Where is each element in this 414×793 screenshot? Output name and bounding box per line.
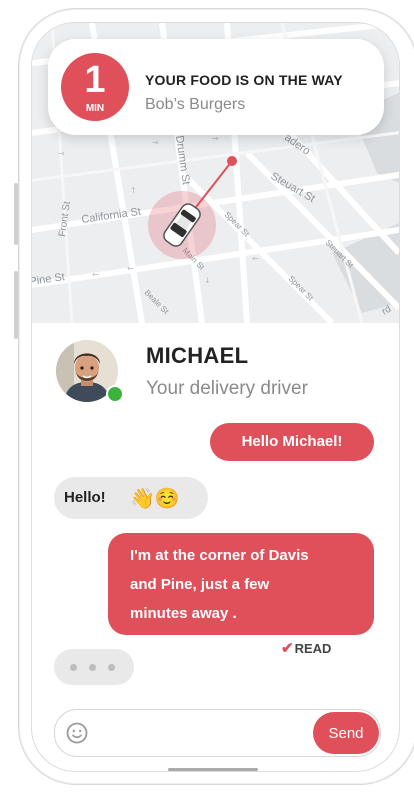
message-line: I'm at the corner of Davis [130,547,309,564]
message-composer: Send [54,709,381,757]
driver-name: MICHAEL [146,343,249,368]
eta-unit: MIN [85,103,105,114]
send-button[interactable]: Send [313,712,379,754]
read-status-text: READ [294,641,332,656]
online-status-dot [106,385,124,403]
phone-screen: Front St California St Pine St Beale St … [31,22,400,772]
typing-dot [70,664,77,671]
delivery-notification-card[interactable]: 1 MIN YOUR FOOD IS ON THE WAY Bob’s Burg… [48,39,384,135]
svg-text:→: → [212,134,219,143]
svg-text:←: ← [127,264,134,273]
incoming-message: Hello! 👋☺️ [54,477,208,519]
typing-dot [89,664,96,671]
home-indicator [168,768,258,771]
message-line: and Pine, just a few [130,576,270,593]
outgoing-message: I'm at the corner of Davis and Pine, jus… [108,533,374,635]
outgoing-message: Hello Michael! [210,423,374,461]
checkmark-icon: ✔ [281,640,294,657]
eta-number: 1 [84,59,106,101]
emoji-icon[interactable] [66,722,88,744]
driver-role: Your delivery driver [146,378,308,399]
svg-text:↓: ↓ [204,276,211,285]
waving-hand-and-smile-emoji: 👋☺️ [130,486,180,510]
message-input[interactable] [99,718,303,750]
svg-text:→: → [58,149,65,158]
svg-text:←: ← [92,270,99,279]
read-receipt: ✔READ [281,639,331,657]
svg-text:←: ← [252,254,259,263]
svg-text:↑: ↑ [130,186,137,195]
svg-text:→: → [152,138,159,147]
message-text: Hello! [64,489,106,506]
restaurant-name: Bob’s Burgers [145,96,246,113]
map-view[interactable]: Front St California St Pine St Beale St … [32,23,399,323]
message-text: Hello Michael! [241,433,343,450]
typing-indicator [54,649,134,685]
typing-dot [108,664,115,671]
destination-pin [227,156,237,166]
eta-badge: 1 MIN [61,53,129,121]
message-line: minutes away . [130,605,237,622]
notification-title: YOUR FOOD IS ON THE WAY [145,72,343,88]
